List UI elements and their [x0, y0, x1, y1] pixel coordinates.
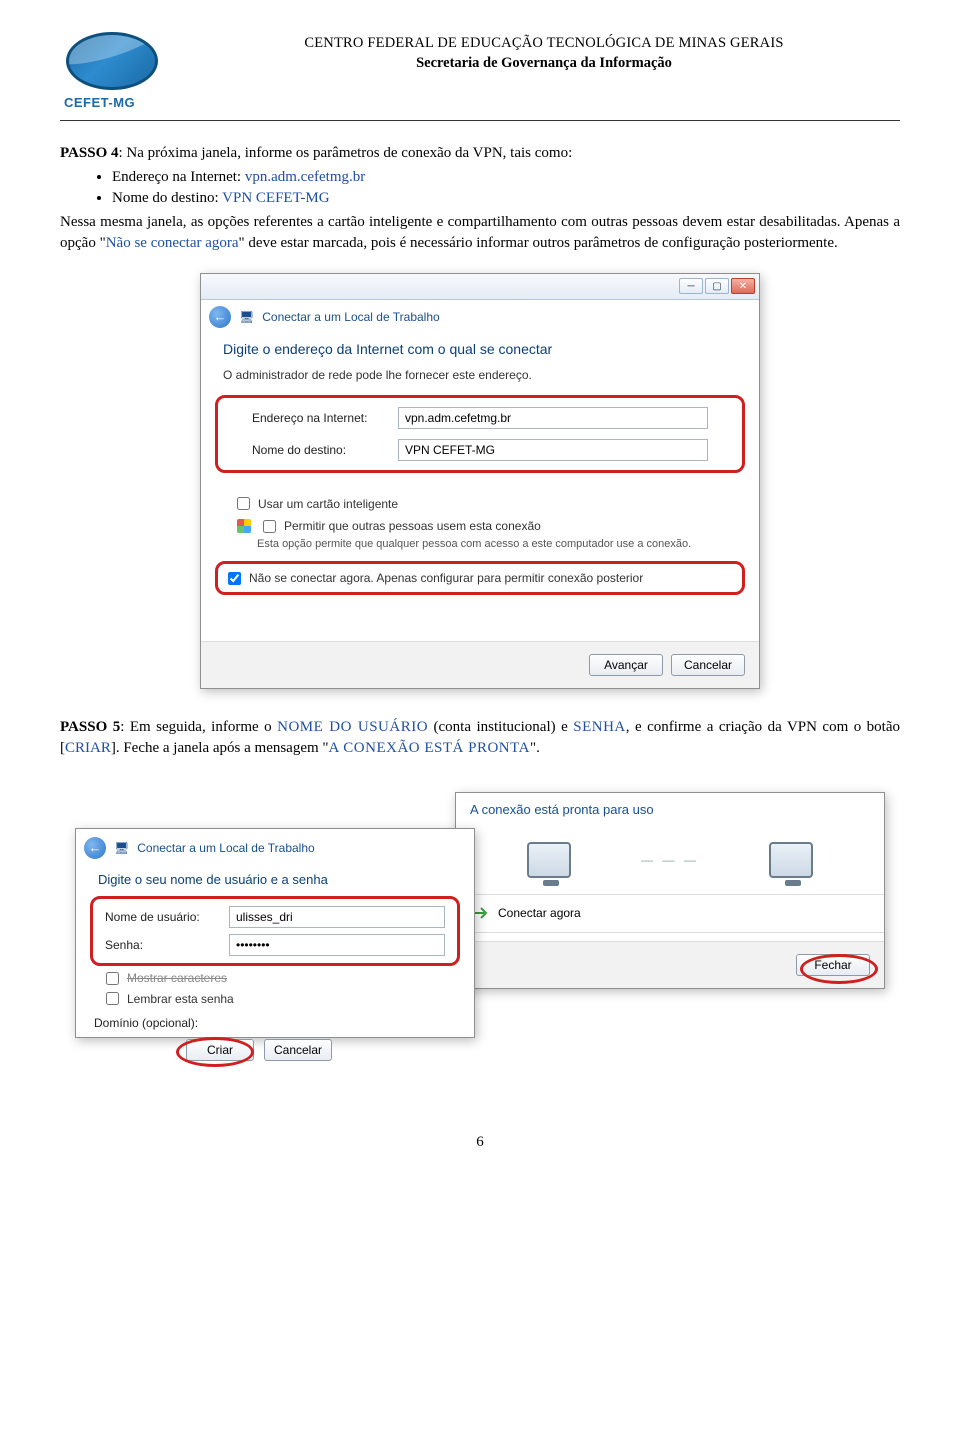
highlight-credentials: Nome de usuário: Senha:	[90, 896, 460, 966]
monitor-small-icon: 🖥	[239, 309, 254, 325]
next-button[interactable]: Avançar	[589, 654, 663, 676]
dialog-subtext: O administrador de rede pode lhe fornece…	[201, 365, 759, 393]
checkbox-smartcard[interactable]	[237, 497, 250, 510]
label-share: Permitir que outras pessoas usem esta co…	[284, 518, 541, 534]
minimize-icon[interactable]: ─	[679, 278, 703, 294]
computer-right-icon	[769, 842, 813, 878]
row-show-chars: Mostrar caracteres	[76, 968, 474, 988]
dialog-button-row: Avançar Cancelar	[201, 641, 759, 688]
computer-left-icon	[527, 842, 571, 878]
window-titlebar: ─ ▢ ✕	[201, 274, 759, 300]
passo4-label: PASSO 4	[60, 145, 118, 161]
shield-icon	[237, 519, 251, 533]
document-header: CEFET-MG CENTRO FEDERAL DE EDUCAÇÃO TECN…	[60, 30, 900, 121]
label-smartcard: Usar um cartão inteligente	[258, 496, 398, 512]
checkbox-show-chars[interactable]	[106, 972, 119, 985]
org-name: CENTRO FEDERAL DE EDUCAÇÃO TECNOLÓGICA D…	[188, 34, 900, 54]
passo4-bullets: Endereço na Internet: vpn.adm.cefetmg.br…	[112, 167, 900, 209]
dialog-heading: Digite o endereço da Internet com o qual…	[201, 332, 759, 365]
checkbox-connect-later[interactable]	[228, 572, 241, 585]
label-username: Nome de usuário:	[105, 909, 215, 925]
passo4-cont2: " deve estar marcada, pois é necessário …	[239, 235, 838, 251]
header-titles: CENTRO FEDERAL DE EDUCAÇÃO TECNOLÓGICA D…	[188, 30, 900, 73]
passo4-cont: Nessa mesma janela, as opções referentes…	[60, 212, 900, 253]
row-internet-address: Endereço na Internet:	[224, 402, 736, 434]
bullet-destino: Nome do destino: VPN CEFET-MG	[112, 188, 900, 208]
row-connect-later: Não se conectar agora. Apenas configurar…	[224, 568, 736, 588]
checkbox-remember[interactable]	[106, 992, 119, 1005]
bullet-destino-label: Nome do destino:	[112, 190, 222, 206]
passo4-intro: PASSO 4: Na próxima janela, informe os p…	[60, 143, 900, 163]
passo4-intro-text: : Na próxima janela, informe os parâmetr…	[118, 145, 572, 161]
cred-heading: Digite o seu nome de usuário e a senha	[76, 863, 474, 895]
arrow-right-icon	[474, 907, 490, 919]
row-connect-now[interactable]: Conectar agora	[456, 894, 884, 932]
bullet-internet: Endereço na Internet: vpn.adm.cefetmg.br	[112, 167, 900, 187]
highlight-connect-later: Não se conectar agora. Apenas configurar…	[215, 561, 745, 595]
row-password: Senha:	[99, 931, 451, 959]
label-remember: Lembrar esta senha	[127, 991, 234, 1007]
passo5-paragraph: PASSO 5: Em seguida, informe o NOME DO U…	[60, 717, 900, 758]
label-connect-later: Não se conectar agora. Apenas configurar…	[249, 570, 643, 586]
ready-title: A conexão está pronta para uso	[456, 793, 884, 827]
logo-text: CEFET-MG	[64, 94, 170, 112]
row-smartcard: Usar um cartão inteligente	[201, 493, 759, 515]
share-note-text: Esta opção permite que qualquer pessoa c…	[237, 537, 691, 552]
dialog-credentials: ← 🖥 Conectar a um Local de Trabalho Digi…	[75, 828, 475, 1038]
label-domain: Domínio (opcional):	[94, 1015, 224, 1031]
dialog-connection-ready: A conexão está pronta para uso — — — Con…	[455, 792, 885, 989]
passo5-a: : Em seguida, informe o	[120, 719, 277, 735]
label-show-chars: Mostrar caracteres	[127, 970, 227, 986]
dialog-cluster: A conexão está pronta para uso — — — Con…	[75, 772, 885, 1072]
input-destination-name[interactable]	[398, 439, 708, 461]
cred-breadcrumb-row: ← 🖥 Conectar a um Local de Trabalho	[76, 829, 474, 863]
row-share-note: Esta opção permite que qualquer pessoa c…	[201, 537, 759, 555]
dots-icon: — — —	[641, 852, 699, 868]
row-share-connection: Permitir que outras pessoas usem esta co…	[201, 515, 759, 537]
label-internet: Endereço na Internet:	[252, 410, 384, 426]
passo5-label: PASSO 5	[60, 719, 120, 735]
highlight-create-button	[176, 1037, 254, 1067]
logo: CEFET-MG	[60, 30, 170, 112]
input-username[interactable]	[229, 906, 445, 928]
back-icon[interactable]: ←	[209, 306, 231, 328]
maximize-icon[interactable]: ▢	[705, 278, 729, 294]
input-internet-address[interactable]	[398, 407, 708, 429]
dialog-connect-workplace: ─ ▢ ✕ ← 🖥 Conectar a um Local de Trabalh…	[200, 273, 760, 689]
logo-oval-icon	[66, 32, 158, 90]
close-icon[interactable]: ✕	[731, 278, 755, 294]
page-number: 6	[60, 1132, 900, 1152]
cancel-button[interactable]: Cancelar	[671, 654, 745, 676]
passo5-pwd: SENHA	[573, 719, 626, 735]
bullet-internet-value: vpn.adm.cefetmg.br	[245, 169, 365, 185]
back-icon[interactable]: ←	[84, 837, 106, 859]
passo5-user: NOME DO USUÁRIO	[277, 719, 428, 735]
input-password[interactable]	[229, 934, 445, 956]
ready-illustration: — — —	[456, 826, 884, 894]
row-username: Nome de usuário:	[99, 903, 451, 931]
passo5-btn: CRIAR	[65, 740, 111, 756]
row-destination-name: Nome do destino:	[224, 434, 736, 466]
label-password: Senha:	[105, 937, 215, 953]
dialog-breadcrumb: Conectar a um Local de Trabalho	[262, 309, 439, 325]
passo5-msg: A CONEXÃO ESTÁ PRONTA	[329, 740, 530, 756]
row-domain: Domínio (opcional):	[76, 1009, 474, 1037]
org-subtitle: Secretaria de Governança da Informação	[188, 54, 900, 74]
connect-now-label: Conectar agora	[498, 905, 581, 921]
highlight-close-button	[800, 954, 878, 984]
checkbox-share[interactable]	[263, 520, 276, 533]
dialog-breadcrumb-row: ← 🖥 Conectar a um Local de Trabalho	[201, 300, 759, 332]
label-destination: Nome do destino:	[252, 442, 384, 458]
highlight-address-fields: Endereço na Internet: Nome do destino:	[215, 395, 745, 473]
cred-breadcrumb: Conectar a um Local de Trabalho	[137, 840, 314, 856]
passo4-opt: Não se conectar agora	[106, 235, 239, 251]
bullet-destino-value: VPN CEFET-MG	[222, 190, 329, 206]
passo5-e: ".	[530, 740, 540, 756]
monitor-small-icon: 🖥	[114, 840, 129, 856]
passo5-b: (conta institucional) e	[428, 719, 573, 735]
bullet-internet-label: Endereço na Internet:	[112, 169, 245, 185]
passo5-d: ]. Feche a janela após a mensagem "	[111, 740, 329, 756]
cancel-button-2[interactable]: Cancelar	[264, 1039, 332, 1061]
row-remember: Lembrar esta senha	[76, 989, 474, 1009]
